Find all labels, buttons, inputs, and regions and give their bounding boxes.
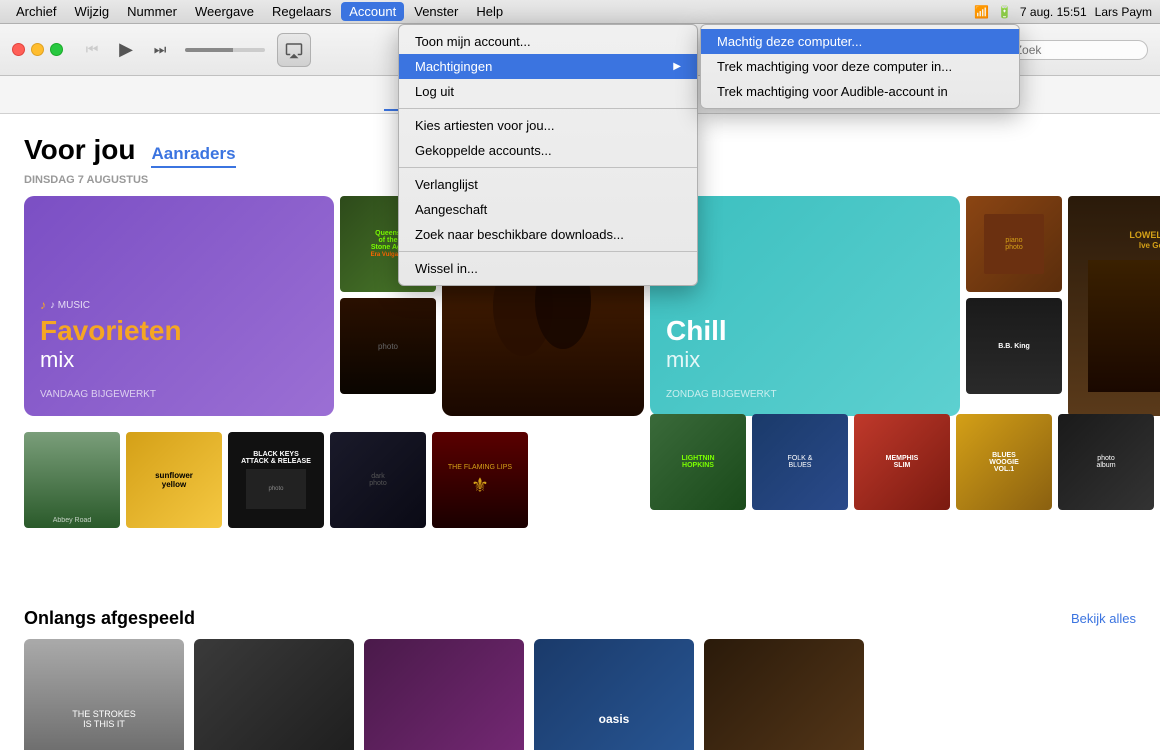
mix-title-1: Favorieten xyxy=(40,316,318,347)
submenu-arrow: ▶ xyxy=(673,61,681,72)
menu-verlanglijst[interactable]: Verlanglijst xyxy=(399,172,697,197)
menu-gekoppelde-accounts[interactable]: Gekoppelde accounts... xyxy=(399,138,697,163)
recently-played-title: Onlangs afgespeeld xyxy=(24,608,195,629)
right-bottom-albums: LIGHTNINHOPKINS FOLK &BLUES MEMPHISSLIM … xyxy=(650,414,1154,510)
minimize-button[interactable] xyxy=(31,43,44,56)
album-brown[interactable]: pianophoto xyxy=(966,196,1062,292)
menu-archief[interactable]: Archief xyxy=(8,2,64,21)
user-name: Lars Paym xyxy=(1095,5,1152,19)
album-lightnin[interactable]: LIGHTNINHOPKINS xyxy=(650,414,746,510)
album-lowell[interactable]: LOWELL FULSONlve Got the Bl... ♪ xyxy=(1068,196,1160,416)
featured-mix-1[interactable]: ♪ ♪ MUSIC Favorieten mix VANDAAG BIJGEWE… xyxy=(24,196,334,416)
menu-bar: Archief Wijzig Nummer Weergave Regelaars… xyxy=(0,0,1160,24)
album-memphis[interactable]: MEMPHISSLIM xyxy=(854,414,950,510)
section-subtitle: Aanraders xyxy=(151,144,235,168)
album-flaming-lips[interactable]: THE FLAMING LIPS ⚜ xyxy=(432,432,528,528)
menu-account[interactable]: Account xyxy=(341,2,404,21)
recently-played-link[interactable]: Bekijk alles xyxy=(1071,611,1136,626)
menu-regelaars[interactable]: Regelaars xyxy=(264,2,339,21)
album-sunflower[interactable]: sunfloweryellow xyxy=(126,432,222,528)
menu-venster[interactable]: Venster xyxy=(406,2,466,21)
recent-item-1[interactable]: THE STROKESIS THIS IT xyxy=(24,639,184,750)
small-albums-2: pianophoto B.B. King xyxy=(966,196,1062,416)
play-button[interactable]: ▶ xyxy=(113,37,139,63)
submenu-machtig-computer[interactable]: Machtig deze computer... xyxy=(701,29,1019,54)
recent-item-4[interactable]: oasis xyxy=(534,639,694,750)
recently-played-header: Onlangs afgespeeld Bekijk alles xyxy=(24,608,1136,629)
album-slim-lee[interactable]: photoalbum xyxy=(1058,414,1154,510)
album-dark-photo[interactable]: darkphoto xyxy=(330,432,426,528)
recent-item-5[interactable] xyxy=(704,639,864,750)
menu-nummer[interactable]: Nummer xyxy=(119,2,185,21)
mix-sub-1: mix xyxy=(40,347,318,373)
menu-machtigingen[interactable]: Machtigingen ▶ xyxy=(399,54,697,79)
album-bbking[interactable]: B.B. King xyxy=(966,298,1062,394)
recent-cover-4: oasis xyxy=(534,639,694,750)
menu-bar-items: Archief Wijzig Nummer Weergave Regelaars… xyxy=(8,2,511,21)
menu-toon-account[interactable]: Toon mijn account... xyxy=(399,29,697,54)
traffic-lights xyxy=(12,43,63,56)
wifi-icon: 📶 xyxy=(974,5,989,19)
close-button[interactable] xyxy=(12,43,25,56)
bottom-album-row: Abbey Road sunfloweryellow BLACK KEYSATT… xyxy=(24,432,654,528)
machtigingen-submenu: Machtig deze computer... Trek machtiging… xyxy=(700,24,1020,109)
search-input[interactable] xyxy=(1015,43,1135,57)
menu-kies-artiesten[interactable]: Kies artiesten voor jou... xyxy=(399,113,697,138)
submenu-audible-account[interactable]: Trek machtiging voor Audible-account in xyxy=(701,79,1019,104)
album-abbey[interactable]: Abbey Road xyxy=(24,432,120,528)
recent-item-2[interactable] xyxy=(194,639,354,750)
prev-button[interactable]: ⏮ xyxy=(79,37,105,63)
volume-slider[interactable] xyxy=(185,48,265,52)
maximize-button[interactable] xyxy=(50,43,63,56)
account-menu: Toon mijn account... Machtigingen ▶ Log … xyxy=(398,24,698,286)
album-blues-woogie[interactable]: BLUESWOOGIEVOL.1 xyxy=(956,414,1052,510)
page-title: Voor jou xyxy=(24,134,135,166)
album-dark-1[interactable]: photo xyxy=(340,298,436,394)
menu-help[interactable]: Help xyxy=(468,2,511,21)
mix-title-2: Chill xyxy=(666,316,944,347)
recent-cover-3 xyxy=(364,639,524,750)
mix-updated-2: ZONDAG BIJGEWERKT xyxy=(666,389,944,400)
menu-weergave[interactable]: Weergave xyxy=(187,2,262,21)
separator-1 xyxy=(399,108,697,109)
menu-wijzig[interactable]: Wijzig xyxy=(66,2,117,21)
recent-cover-2 xyxy=(194,639,354,750)
music-label: ♪ ♪ MUSIC xyxy=(40,298,318,312)
airplay-button[interactable] xyxy=(277,33,311,67)
menu-aangeschaft[interactable]: Aangeschaft xyxy=(399,197,697,222)
album-black-keys[interactable]: BLACK KEYSATTACK & RELEASE photo xyxy=(228,432,324,528)
menu-bar-right: 📶 🔋 7 aug. 15:51 Lars Paym xyxy=(974,5,1152,19)
recently-played-section: Onlangs afgespeeld Bekijk alles THE STRO… xyxy=(24,608,1136,750)
submenu-trek-machtiging[interactable]: Trek machtiging voor deze computer in... xyxy=(701,54,1019,79)
mix-sub-2: mix xyxy=(666,347,944,373)
battery-icon: 🔋 xyxy=(997,5,1012,19)
clock-time: 7 aug. 15:51 xyxy=(1020,5,1087,19)
recently-played-row: THE STROKESIS THIS IT oasi xyxy=(24,639,1136,750)
recent-cover-5 xyxy=(704,639,864,750)
album-folk[interactable]: FOLK &BLUES xyxy=(752,414,848,510)
menu-beschikbare-downloads[interactable]: Zoek naar beschikbare downloads... xyxy=(399,222,697,247)
separator-3 xyxy=(399,251,697,252)
recent-item-3[interactable] xyxy=(364,639,524,750)
mix-updated-1: VANDAAG BIJGEWERKT xyxy=(40,389,318,400)
menu-wissel-in[interactable]: Wissel in... xyxy=(399,256,697,281)
recent-cover-1: THE STROKESIS THIS IT xyxy=(24,639,184,750)
separator-2 xyxy=(399,167,697,168)
menu-log-uit[interactable]: Log uit xyxy=(399,79,697,104)
next-button[interactable]: ⏭ xyxy=(147,37,173,63)
